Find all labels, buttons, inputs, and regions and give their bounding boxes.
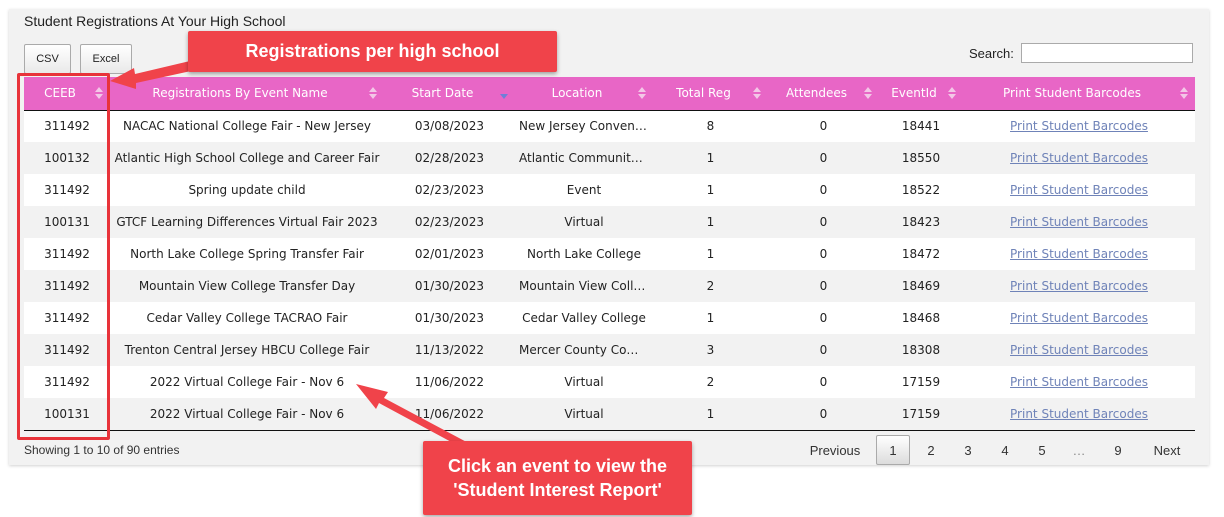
callout-line-1: Click an event to view the — [447, 456, 668, 476]
callout-registrations-per-school: Registrations per high school — [188, 31, 557, 72]
callout-line-2: 'Student Interest Report' — [453, 480, 662, 500]
callout-click-event: Click an event to view the 'Student Inte… — [423, 441, 692, 515]
annotation-arrows — [110, 61, 474, 451]
arrow-to-ceeb — [110, 61, 191, 89]
